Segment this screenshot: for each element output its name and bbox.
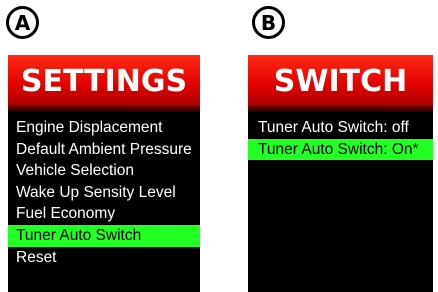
settings-screen: SETTINGS Engine Displacement Default Amb… [8, 55, 200, 292]
menu-item-default-ambient-pressure[interactable]: Default Ambient Pressure [8, 139, 200, 161]
switch-screen: SWITCH Tuner Auto Switch: off Tuner Auto… [248, 55, 433, 292]
switch-header: SWITCH [248, 55, 433, 111]
menu-item-reset[interactable]: Reset [8, 247, 200, 269]
menu-item-wake-up-sensity-level[interactable]: Wake Up Sensity Level [8, 182, 200, 204]
panel-label-a: A [6, 6, 39, 39]
settings-header: SETTINGS [8, 55, 200, 111]
switch-title: SWITCH [273, 63, 408, 99]
menu-item-auto-switch-on[interactable]: Tuner Auto Switch: On* [248, 138, 433, 161]
panel-label-b: B [252, 6, 285, 39]
menu-item-fuel-economy[interactable]: Fuel Economy [8, 203, 200, 225]
menu-item-engine-displacement[interactable]: Engine Displacement [8, 117, 200, 139]
menu-item-tuner-auto-switch[interactable]: Tuner Auto Switch [8, 224, 200, 247]
figure: A B SETTINGS Engine Displacement Default… [0, 0, 438, 292]
switch-menu: Tuner Auto Switch: off Tuner Auto Switch… [248, 111, 433, 161]
settings-title: SETTINGS [20, 63, 188, 99]
menu-item-auto-switch-off[interactable]: Tuner Auto Switch: off [248, 117, 433, 139]
settings-menu: Engine Displacement Default Ambient Pres… [8, 111, 200, 268]
menu-item-vehicle-selection[interactable]: Vehicle Selection [8, 160, 200, 182]
